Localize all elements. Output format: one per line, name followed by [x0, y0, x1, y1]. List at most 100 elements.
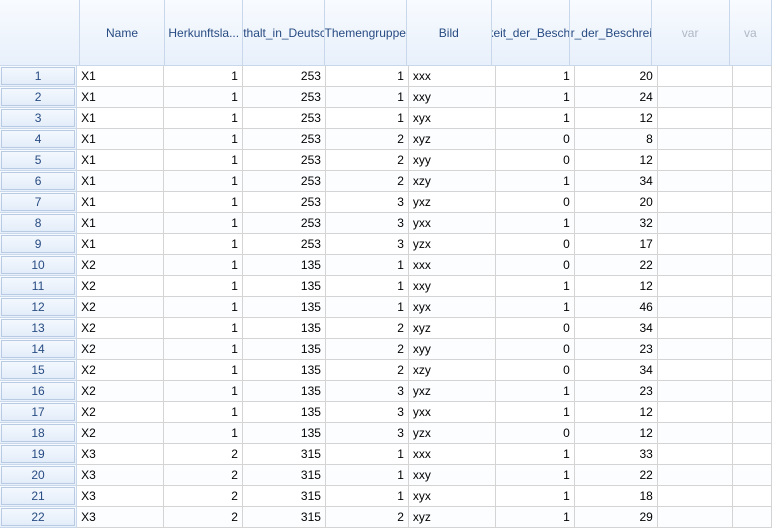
table-row[interactable]: 2X112531xxy124 [0, 87, 772, 108]
cell-richtigkeit[interactable]: 1 [496, 213, 575, 234]
cell-herkunft[interactable]: 1 [164, 297, 243, 318]
col-header-name[interactable]: Name [80, 0, 165, 66]
cell-aufenthalt[interactable]: 135 [243, 360, 326, 381]
cell-bild[interactable]: xxx [409, 444, 496, 465]
cell-herkunft[interactable]: 2 [164, 507, 243, 528]
cell-themengruppe[interactable]: 1 [326, 66, 409, 87]
cell-dauer[interactable]: 22 [575, 465, 658, 486]
cell-themengruppe[interactable]: 2 [326, 360, 409, 381]
cell-name[interactable]: X2 [77, 297, 164, 318]
cell-bild[interactable]: yxx [409, 402, 496, 423]
cell-name[interactable]: X1 [77, 129, 164, 150]
cell-richtigkeit[interactable]: 1 [496, 108, 575, 129]
cell-themengruppe[interactable]: 1 [326, 465, 409, 486]
cell-dauer[interactable]: 20 [575, 192, 658, 213]
cell-empty[interactable] [733, 87, 772, 108]
cell-themengruppe[interactable]: 1 [326, 276, 409, 297]
cell-empty[interactable] [658, 360, 733, 381]
cell-dauer[interactable]: 12 [575, 150, 658, 171]
cell-empty[interactable] [733, 423, 772, 444]
cell-empty[interactable] [658, 192, 733, 213]
cell-richtigkeit[interactable]: 1 [496, 66, 575, 87]
cell-name[interactable]: X1 [77, 66, 164, 87]
row-header[interactable]: 5 [0, 150, 77, 171]
cell-empty[interactable] [733, 66, 772, 87]
cell-bild[interactable]: xzy [409, 360, 496, 381]
cell-herkunft[interactable]: 1 [164, 66, 243, 87]
table-row[interactable]: 6X112532xzy134 [0, 171, 772, 192]
cell-herkunft[interactable]: 2 [164, 444, 243, 465]
cell-empty[interactable] [658, 507, 733, 528]
cell-dauer[interactable]: 33 [575, 444, 658, 465]
row-header[interactable]: 12 [0, 297, 77, 318]
cell-name[interactable]: X2 [77, 255, 164, 276]
cell-aufenthalt[interactable]: 315 [243, 444, 326, 465]
col-header-var-empty-1[interactable]: var [652, 0, 730, 66]
cell-dauer[interactable]: 34 [575, 360, 658, 381]
table-row[interactable]: 19X323151xxx133 [0, 444, 772, 465]
cell-herkunft[interactable]: 2 [164, 486, 243, 507]
cell-empty[interactable] [733, 213, 772, 234]
cell-bild[interactable]: yxz [409, 381, 496, 402]
cell-empty[interactable] [733, 234, 772, 255]
cell-themengruppe[interactable]: 3 [326, 402, 409, 423]
cell-empty[interactable] [733, 297, 772, 318]
cell-empty[interactable] [733, 255, 772, 276]
cell-empty[interactable] [658, 255, 733, 276]
col-header-dauer[interactable]: Dauer_der_Beschreibung [570, 0, 652, 66]
cell-aufenthalt[interactable]: 135 [243, 423, 326, 444]
cell-richtigkeit[interactable]: 0 [496, 192, 575, 213]
table-row[interactable]: 18X211353yzx012 [0, 423, 772, 444]
cell-aufenthalt[interactable]: 253 [243, 129, 326, 150]
cell-bild[interactable]: yxx [409, 213, 496, 234]
cell-aufenthalt[interactable]: 135 [243, 318, 326, 339]
cell-name[interactable]: X2 [77, 339, 164, 360]
cell-empty[interactable] [658, 339, 733, 360]
cell-aufenthalt[interactable]: 315 [243, 465, 326, 486]
cell-aufenthalt[interactable]: 253 [243, 150, 326, 171]
table-row[interactable]: 16X211353yxz123 [0, 381, 772, 402]
cell-aufenthalt[interactable]: 135 [243, 381, 326, 402]
cell-richtigkeit[interactable]: 0 [496, 318, 575, 339]
cell-herkunft[interactable]: 1 [164, 339, 243, 360]
row-header[interactable]: 18 [0, 423, 77, 444]
cell-themengruppe[interactable]: 3 [326, 234, 409, 255]
cell-herkunft[interactable]: 1 [164, 423, 243, 444]
cell-bild[interactable]: yzx [409, 423, 496, 444]
cell-richtigkeit[interactable]: 0 [496, 360, 575, 381]
cell-dauer[interactable]: 12 [575, 276, 658, 297]
col-header-herkunft[interactable]: Herkunftsla... [165, 0, 243, 66]
cell-herkunft[interactable]: 1 [164, 255, 243, 276]
cell-themengruppe[interactable]: 3 [326, 192, 409, 213]
cell-empty[interactable] [733, 402, 772, 423]
table-row[interactable]: 3X112531xyx112 [0, 108, 772, 129]
cell-aufenthalt[interactable]: 315 [243, 507, 326, 528]
cell-richtigkeit[interactable]: 0 [496, 129, 575, 150]
row-header[interactable]: 3 [0, 108, 77, 129]
cell-aufenthalt[interactable]: 135 [243, 297, 326, 318]
cell-aufenthalt[interactable]: 253 [243, 171, 326, 192]
cell-dauer[interactable]: 22 [575, 255, 658, 276]
cell-themengruppe[interactable]: 2 [326, 339, 409, 360]
table-row[interactable]: 14X211352xyy023 [0, 339, 772, 360]
cell-name[interactable]: X3 [77, 486, 164, 507]
cell-themengruppe[interactable]: 3 [326, 381, 409, 402]
cell-richtigkeit[interactable]: 1 [496, 465, 575, 486]
table-row[interactable]: 8X112533yxx132 [0, 213, 772, 234]
col-header-themengruppe[interactable]: Themengruppe [325, 0, 407, 66]
cell-dauer[interactable]: 23 [575, 381, 658, 402]
cell-themengruppe[interactable]: 1 [326, 444, 409, 465]
cell-empty[interactable] [658, 423, 733, 444]
cell-richtigkeit[interactable]: 0 [496, 150, 575, 171]
cell-herkunft[interactable]: 1 [164, 318, 243, 339]
cell-name[interactable]: X2 [77, 381, 164, 402]
cell-themengruppe[interactable]: 1 [326, 87, 409, 108]
cell-bild[interactable]: xyz [409, 507, 496, 528]
table-row[interactable]: 13X211352xyz034 [0, 318, 772, 339]
cell-herkunft[interactable]: 1 [164, 108, 243, 129]
row-header[interactable]: 4 [0, 129, 77, 150]
cell-bild[interactable]: xyx [409, 108, 496, 129]
cell-richtigkeit[interactable]: 1 [496, 381, 575, 402]
row-header[interactable]: 15 [0, 360, 77, 381]
table-row[interactable]: 7X112533yxz020 [0, 192, 772, 213]
